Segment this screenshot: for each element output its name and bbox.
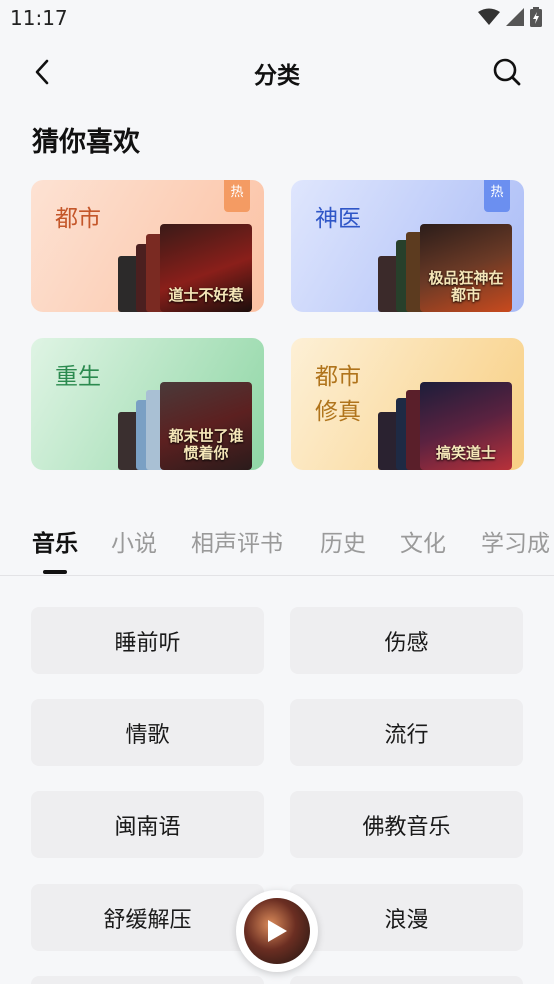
book-title: 道士不好惹 [168, 286, 244, 304]
signal-icon [506, 8, 524, 26]
category-button[interactable]: 佛教音乐 [290, 791, 523, 858]
category-button[interactable]: 浪漫 [290, 884, 523, 951]
card-label: 都市 [55, 206, 101, 232]
tab-novel[interactable]: 小说 [111, 524, 157, 558]
card-label: 重生 [55, 364, 101, 390]
section-title: 猜你喜欢 [32, 127, 140, 158]
category-button[interactable]: 睡前听 [31, 607, 264, 674]
category-button[interactable] [290, 976, 523, 984]
category-button[interactable]: 舒缓解压 [31, 884, 264, 951]
category-card-dushi[interactable]: 都市 热 道士不好惹 [31, 180, 264, 312]
card-label: 都市 修真 [315, 360, 361, 430]
divider [0, 575, 554, 576]
category-card-dushi-xiuzhen[interactable]: 都市 修真 搞笑道士 [291, 338, 524, 470]
book-covers: 搞笑道士 [372, 378, 512, 470]
tab-indicator [43, 570, 67, 574]
tab-history[interactable]: 历史 [320, 524, 366, 558]
status-icons [478, 7, 542, 27]
category-card-chongsheng[interactable]: 重生 都末世了谁惯着你 [31, 338, 264, 470]
book-cover-main: 都末世了谁惯着你 [160, 382, 252, 470]
book-title: 搞笑道士 [435, 444, 496, 462]
tab-music[interactable]: 音乐 [32, 524, 78, 558]
nav-bar: 分类 [0, 44, 554, 100]
tab-crosstalk[interactable]: 相声评书 [191, 524, 283, 558]
book-covers: 极品狂神在都市 [372, 220, 512, 312]
book-cover-main: 道士不好惹 [160, 224, 252, 312]
card-label-line1: 都市 [315, 364, 361, 390]
book-title: 都末世了谁惯着你 [168, 427, 244, 462]
category-tabs: 音乐 小说 相声评书 历史 文化 学习成 [0, 518, 554, 576]
status-time: 11:17 [10, 6, 68, 30]
play-icon [268, 920, 287, 942]
battery-icon [530, 7, 542, 27]
card-label-line2: 修真 [315, 399, 361, 425]
search-icon [493, 58, 521, 86]
search-button[interactable] [490, 55, 524, 89]
category-button[interactable]: 闽南语 [31, 791, 264, 858]
book-covers: 都末世了谁惯着你 [112, 378, 252, 470]
book-cover-main: 极品狂神在都市 [420, 224, 512, 312]
floating-player-button[interactable] [236, 890, 318, 972]
page-title: 分类 [254, 63, 300, 89]
album-art [244, 898, 310, 964]
status-bar: 11:17 [0, 0, 554, 38]
hot-badge: 热 [224, 180, 250, 212]
category-button[interactable] [31, 976, 264, 984]
tab-learning[interactable]: 学习成 [481, 524, 550, 558]
card-label: 神医 [315, 206, 361, 232]
tab-culture[interactable]: 文化 [400, 524, 446, 558]
category-card-shenyi[interactable]: 神医 热 极品狂神在都市 [291, 180, 524, 312]
category-button[interactable]: 流行 [290, 699, 523, 766]
book-covers: 道士不好惹 [112, 220, 252, 312]
hot-badge: 热 [484, 180, 510, 212]
wifi-icon [478, 8, 500, 25]
book-title: 极品狂神在都市 [428, 269, 504, 304]
category-button[interactable]: 伤感 [290, 607, 523, 674]
book-cover-main: 搞笑道士 [420, 382, 512, 470]
category-button[interactable]: 情歌 [31, 699, 264, 766]
